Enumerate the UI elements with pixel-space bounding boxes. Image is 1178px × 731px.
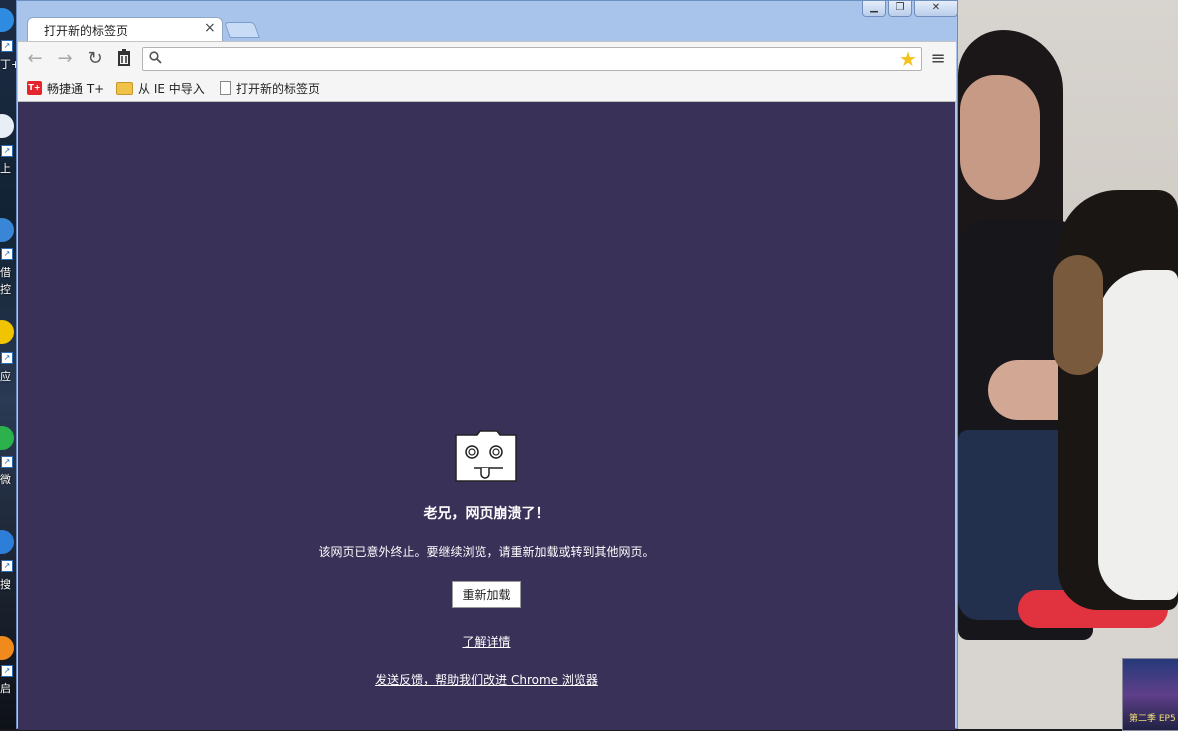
- tab-close-icon[interactable]: ×: [204, 20, 216, 36]
- shortcut-arrow-icon: ↗: [1, 560, 13, 572]
- new-tab-button[interactable]: [224, 22, 260, 38]
- photo-person-face: [960, 75, 1040, 200]
- trash-icon[interactable]: [113, 48, 135, 70]
- chrome-menu-icon[interactable]: ≡: [928, 48, 948, 70]
- crash-page: 老兄，网页崩溃了！ 该网页已意外终止。要继续浏览，请重新加载或转到其他网页。 重…: [18, 102, 955, 730]
- shortcut-arrow-icon: ↗: [1, 145, 13, 157]
- thumbnail-caption: 第二季 EP5: [1129, 714, 1176, 724]
- bookmark-item-tplus[interactable]: T+ 畅捷通 T+: [27, 79, 104, 97]
- shortcut-arrow-icon: ↗: [1, 665, 13, 677]
- title-bar[interactable]: 打开新的标签页 × ▁ ❐ ✕: [17, 1, 960, 42]
- tab-new-tab[interactable]: 打开新的标签页 ×: [27, 17, 223, 42]
- crash-message: 该网页已意外终止。要继续浏览，请重新加载或转到其他网页。: [318, 545, 655, 559]
- shortcut-arrow-icon: ↗: [1, 352, 13, 364]
- shortcut-arrow-icon: ↗: [1, 456, 13, 468]
- desktop-app-icon[interactable]: [0, 636, 14, 660]
- search-icon: [149, 51, 162, 68]
- minimize-button[interactable]: ▁: [862, 1, 886, 17]
- send-feedback-link[interactable]: 发送反馈，帮助我们改进 Chrome 浏览器: [18, 671, 955, 688]
- desktop-icon-label: 搜: [0, 578, 11, 591]
- restore-button[interactable]: ❐: [888, 1, 912, 17]
- shortcut-arrow-icon: ↗: [1, 40, 13, 52]
- bookmark-label: 打开新的标签页: [236, 81, 321, 96]
- desktop-icon-label: 应: [0, 370, 11, 383]
- desktop-app-icon[interactable]: [0, 320, 14, 344]
- bookmark-item-new-tab[interactable]: 打开新的标签页: [220, 79, 320, 97]
- bookmark-star-icon[interactable]: ★: [899, 48, 917, 70]
- reload-icon[interactable]: ↻: [84, 48, 106, 70]
- sad-tab-icon: [455, 430, 517, 482]
- photo-dog-white-fur: [1098, 270, 1178, 600]
- window-controls: ▁ ❐ ✕: [862, 1, 960, 19]
- desktop-app-icon[interactable]: [0, 218, 14, 242]
- close-window-button[interactable]: ✕: [914, 1, 958, 17]
- wallpaper-photo: [958, 0, 1178, 729]
- desktop-icon-label: 上: [0, 162, 11, 175]
- desktop-icon-label: 控: [0, 283, 11, 296]
- page-icon: [220, 81, 231, 95]
- address-bar[interactable]: ★: [142, 47, 922, 71]
- desktop-app-icon[interactable]: [0, 530, 14, 554]
- tplus-logo-icon: T+: [27, 81, 42, 95]
- bookmarks-bar: T+ 畅捷通 T+ 从 IE 中导入 打开新的标签页: [18, 75, 956, 102]
- learn-more-link[interactable]: 了解详情: [18, 633, 955, 650]
- desktop-app-icon[interactable]: [0, 114, 14, 138]
- shortcut-arrow-icon: ↗: [1, 248, 13, 260]
- desktop-icon-label: 微: [0, 473, 11, 486]
- desktop-icon-label: 启: [0, 682, 11, 695]
- video-thumbnail[interactable]: 第二季 EP5: [1122, 658, 1178, 731]
- bookmark-label: 畅捷通 T+: [47, 81, 105, 96]
- browser-window: 打开新的标签页 × ▁ ❐ ✕ ← → ↻ ★ ≡ T+ 畅捷通 T+ 从 IE…: [16, 0, 960, 730]
- crash-title: 老兄，网页崩溃了！: [423, 506, 550, 522]
- desktop-icon-label: 借: [0, 266, 11, 279]
- photo-dog-face: [1053, 255, 1103, 375]
- bookmark-label: 从 IE 中导入: [138, 81, 205, 96]
- reload-button[interactable]: 重新加载: [452, 581, 521, 608]
- browser-toolbar: ← → ↻ ★ ≡: [18, 41, 956, 76]
- trash-icon-graphic: [118, 49, 130, 66]
- bookmark-item-ie-import[interactable]: 从 IE 中导入: [116, 79, 205, 97]
- tab-title: 打开新的标签页: [44, 24, 129, 38]
- address-input[interactable]: [169, 50, 893, 70]
- desktop-app-icon[interactable]: [0, 8, 14, 32]
- desktop-app-icon[interactable]: [0, 426, 14, 450]
- forward-icon[interactable]: →: [54, 48, 76, 70]
- folder-icon: [116, 81, 133, 95]
- back-icon[interactable]: ←: [24, 48, 46, 70]
